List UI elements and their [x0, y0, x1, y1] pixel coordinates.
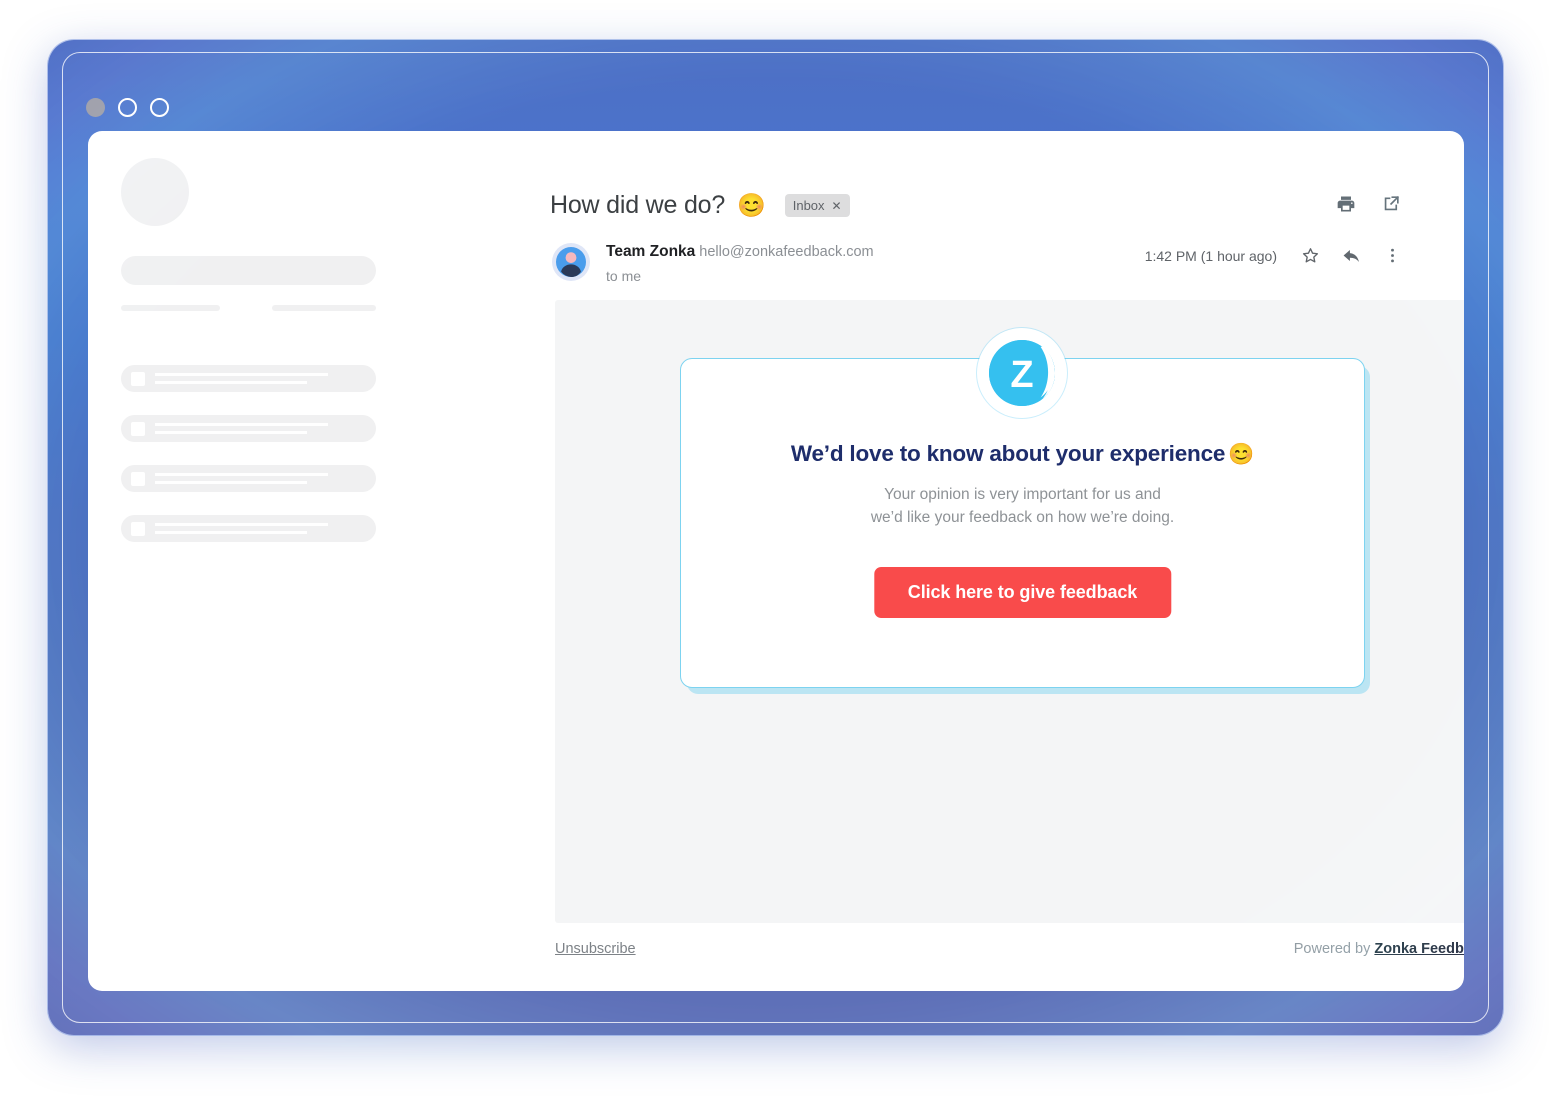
powered-by-prefix: Powered by	[1293, 941, 1375, 957]
line-placeholder	[155, 481, 307, 484]
email-reading-pane: How did we do? 😊 Inbox ✕ Team Zonka hell…	[464, 131, 1464, 991]
powered-by-text: Powered by Zonka Feedback	[1294, 941, 1464, 957]
card-subtext-line-2: we’d like your feedback on how we’re doi…	[870, 508, 1175, 526]
close-icon[interactable]: ✕	[832, 199, 842, 213]
sidebar-search-placeholder[interactable]	[121, 256, 376, 285]
list-item[interactable]	[121, 415, 376, 442]
minimize-dot[interactable]	[86, 98, 105, 117]
sidebar-avatar-placeholder	[121, 158, 189, 226]
close-dot[interactable]	[150, 98, 169, 117]
smiley-icon: 😊	[1228, 443, 1255, 466]
avatar	[552, 243, 590, 281]
window-controls	[86, 98, 169, 117]
svg-text:Z: Z	[1010, 354, 1033, 396]
line-placeholder	[155, 473, 328, 476]
reply-icon[interactable]	[1342, 246, 1361, 265]
card-subtext-line-1: Your opinion is very important for us an…	[884, 486, 1161, 503]
label-tag-text: Inbox	[792, 198, 825, 213]
line-placeholder	[155, 423, 328, 426]
line-placeholder	[155, 531, 307, 534]
checkbox-placeholder[interactable]	[131, 472, 145, 486]
sidebar-text-placeholder-1	[121, 305, 220, 311]
print-icon[interactable]	[1336, 194, 1356, 214]
card-heading-text: We’d love to know about your experience	[790, 441, 1226, 466]
sender-meta: Team Zonka hello@zonkafeedback.com to me	[606, 243, 874, 284]
open-in-new-icon[interactable]	[1382, 194, 1402, 214]
email-body-canvas: Z We’d love to know about your experienc…	[555, 300, 1464, 923]
sender-name: Team Zonka	[606, 243, 696, 260]
line-placeholder	[155, 381, 307, 384]
checkbox-placeholder[interactable]	[131, 422, 145, 436]
app-content-panel: How did we do? 😊 Inbox ✕ Team Zonka hell…	[88, 131, 1464, 991]
line-placeholder	[155, 431, 307, 434]
recipient-label: to me	[606, 268, 642, 284]
smiley-icon: 😊	[737, 192, 766, 218]
label-tag-inbox[interactable]: Inbox ✕	[784, 194, 850, 217]
zonka-feedback-link[interactable]: Zonka Feedback	[1374, 941, 1464, 957]
card-heading: We’d love to know about your experience 😊	[681, 441, 1364, 467]
give-feedback-button[interactable]: Click here to give feedback	[873, 567, 1172, 618]
line-placeholder	[155, 373, 328, 376]
list-item[interactable]	[121, 515, 376, 542]
checkbox-placeholder[interactable]	[131, 372, 145, 386]
email-footer: Unsubscribe Powered by Zonka Feedback	[555, 941, 1464, 957]
list-item[interactable]	[121, 365, 376, 392]
page-title: How did we do?	[550, 191, 726, 219]
zonka-logo-icon: Z	[976, 328, 1067, 418]
browser-window-frame: How did we do? 😊 Inbox ✕ Team Zonka hell…	[48, 40, 1503, 1035]
checkbox-placeholder[interactable]	[131, 522, 145, 536]
unsubscribe-link[interactable]: Unsubscribe	[555, 941, 636, 957]
sidebar-text-placeholder-2	[272, 305, 376, 311]
sidebar-skeleton	[88, 131, 464, 991]
maximize-dot[interactable]	[118, 98, 137, 117]
email-sender-row: Team Zonka hello@zonkafeedback.com to me …	[552, 241, 1402, 297]
email-subject-row: How did we do? 😊 Inbox ✕	[550, 191, 850, 220]
more-options-icon[interactable]	[1383, 246, 1402, 265]
star-icon[interactable]	[1301, 246, 1320, 265]
message-actions: 1:42 PM (1 hour ago)	[1145, 246, 1402, 265]
sender-email: hello@zonkafeedback.com	[699, 244, 874, 260]
message-timestamp: 1:42 PM (1 hour ago)	[1144, 247, 1277, 264]
line-placeholder	[155, 523, 328, 526]
email-header-actions	[1336, 194, 1402, 214]
card-subtext: Your opinion is very important for us an…	[681, 484, 1364, 530]
list-item[interactable]	[121, 465, 376, 492]
sender-line: Team Zonka hello@zonkafeedback.com	[606, 243, 874, 261]
